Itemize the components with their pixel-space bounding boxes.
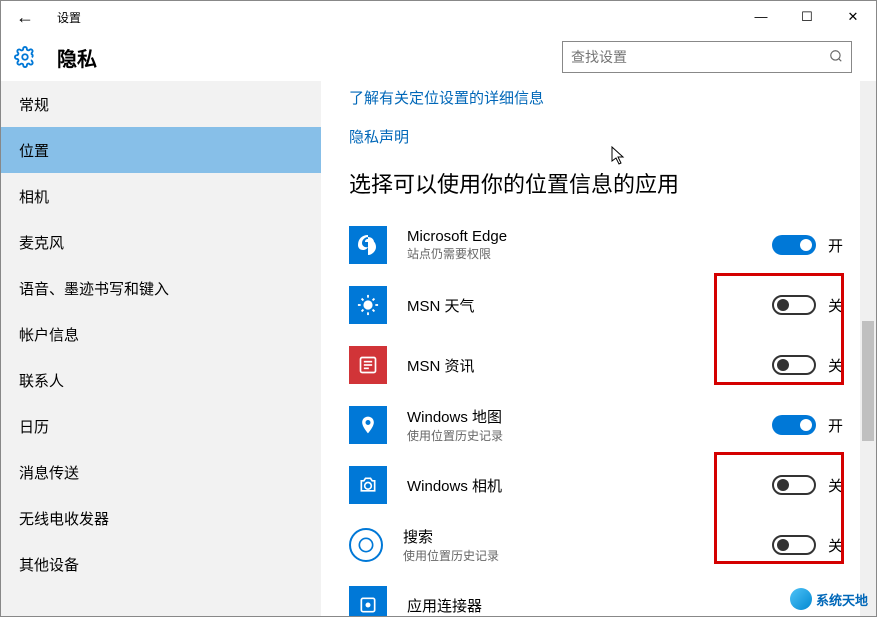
app-name: 搜索 [403,526,772,547]
app-row-weather: MSN 天气 关 [349,277,848,333]
sidebar-item-6[interactable]: 联系人 [1,357,321,403]
sidebar-item-3[interactable]: 麦克风 [1,219,321,265]
sidebar-item-10[interactable]: 其他设备 [1,541,321,587]
app-name: Microsoft Edge [407,228,772,245]
toggle-camera[interactable] [772,475,816,495]
gear-icon [13,45,37,69]
app-name: MSN 天气 [407,295,772,316]
scrollbar-vertical[interactable] [860,81,876,616]
app-name: Windows 地图 [407,406,772,427]
app-row-edge: Microsoft Edge站点仍需要权限 开 [349,217,848,273]
header: 隐私 [1,33,876,81]
edge-icon [349,226,387,264]
sidebar-item-9[interactable]: 无线电收发器 [1,495,321,541]
globe-icon [790,588,812,610]
camera-icon [349,466,387,504]
titlebar: ← 设置 — ☐ ✕ [1,1,876,33]
toggle-label: 关 [828,355,848,376]
toggle-search[interactable] [772,535,816,555]
content-pane: 了解有关定位设置的详细信息 隐私声明 选择可以使用你的位置信息的应用 Micro… [321,81,876,616]
sidebar-item-8[interactable]: 消息传送 [1,449,321,495]
back-button[interactable]: ← [1,1,49,33]
sidebar-item-4[interactable]: 语音、墨迹书写和键入 [1,265,321,311]
minimize-button[interactable]: — [738,1,784,33]
sidebar-item-0[interactable]: 常规 [1,81,321,127]
app-row-maps: Windows 地图使用位置历史记录 开 [349,397,848,453]
search-icon [829,49,843,66]
search-icon [349,528,383,562]
connector-icon [349,586,387,616]
toggle-news[interactable] [772,355,816,375]
watermark-text: 系统天地 [816,590,868,609]
app-name: 应用连接器 [407,595,848,616]
toggle-label: 关 [828,295,848,316]
app-row-camera: Windows 相机 关 [349,457,848,513]
scrollbar-thumb[interactable] [862,321,874,441]
toggle-label: 开 [828,235,848,256]
app-row-news: MSN 资讯 关 [349,337,848,393]
app-subtitle: 使用位置历史记录 [403,547,772,564]
app-subtitle: 使用位置历史记录 [407,427,772,444]
sidebar-item-2[interactable]: 相机 [1,173,321,219]
sidebar: 常规位置相机麦克风语音、墨迹书写和键入帐户信息联系人日历消息传送无线电收发器其他… [1,81,321,616]
sidebar-item-1[interactable]: 位置 [1,127,321,173]
link-location-details[interactable]: 了解有关定位设置的详细信息 [349,87,848,108]
app-subtitle: 站点仍需要权限 [407,245,772,262]
watermark: 系统天地 [790,588,868,610]
toggle-edge[interactable] [772,235,816,255]
toggle-maps[interactable] [772,415,816,435]
app-row-search: 搜索使用位置历史记录 关 [349,517,848,573]
toggle-label: 开 [828,415,848,436]
app-name: Windows 相机 [407,475,772,496]
page-title: 隐私 [57,43,562,72]
sidebar-item-7[interactable]: 日历 [1,403,321,449]
section-title: 选择可以使用你的位置信息的应用 [349,167,848,199]
toggle-label: 关 [828,535,848,556]
toggle-label: 关 [828,475,848,496]
sidebar-item-5[interactable]: 帐户信息 [1,311,321,357]
toggle-weather[interactable] [772,295,816,315]
close-button[interactable]: ✕ [830,1,876,33]
search-input[interactable] [571,49,829,65]
app-name: MSN 资讯 [407,355,772,376]
maximize-button[interactable]: ☐ [784,1,830,33]
news-icon [349,346,387,384]
maps-icon [349,406,387,444]
search-box[interactable] [562,41,852,73]
weather-icon [349,286,387,324]
app-row-connector: 应用连接器 [349,577,848,616]
link-privacy-statement[interactable]: 隐私声明 [349,126,848,147]
window-title: 设置 [49,9,738,26]
